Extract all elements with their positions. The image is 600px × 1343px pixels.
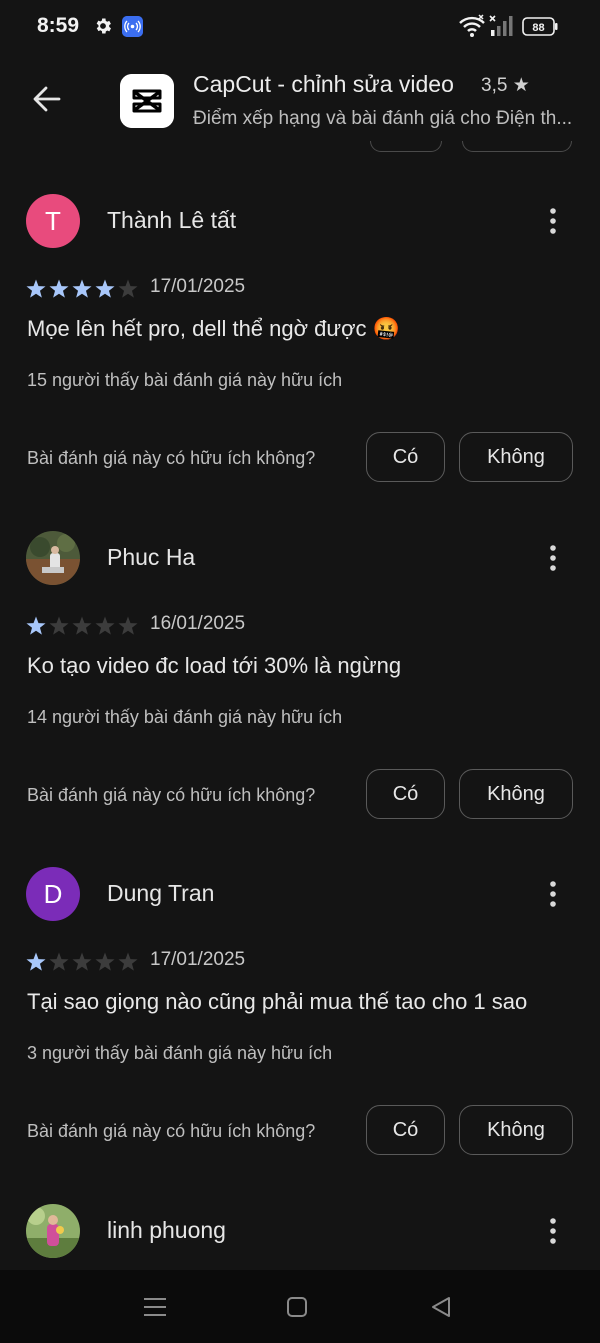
review-date: 17/01/2025 [150, 276, 246, 297]
status-bar: 8:59 88 [0, 0, 600, 54]
battery-level: 88 [532, 22, 544, 34]
review-text: Mọe lên hết pro, dell thể ngờ được 🤬 [27, 316, 401, 341]
home-icon[interactable] [287, 1297, 307, 1317]
battery-icon: 88 [522, 17, 558, 36]
page-subtitle: Điểm xếp hạng và bài đánh giá cho Điện t… [193, 108, 573, 129]
star-filled-icon [72, 279, 92, 298]
helpful-question: Bài đánh giá này có hữu ích không? [27, 1121, 316, 1141]
review-text: Ko tạo video đc load tới 30% là ngừng [27, 653, 402, 678]
star-filled-icon [26, 616, 46, 635]
review-card: D Dung Tran 17/01/2025 Tại sao giọng nào… [0, 867, 600, 1203]
avatar [26, 1204, 80, 1258]
more-options-icon[interactable] [538, 541, 568, 575]
helpful-no-button[interactable]: Không [459, 1105, 573, 1155]
reviewer-name: Phuc Ha [107, 544, 196, 570]
avatar-letter: T [45, 205, 61, 236]
helpful-no-button[interactable]: Không [459, 769, 573, 819]
review-card: Phuc Ha 16/01/2025 Ko tạo video đc load … [0, 531, 600, 867]
review-card: linh phuong [0, 1204, 600, 1270]
star-filled-icon [26, 279, 46, 298]
star-empty-icon [118, 952, 138, 971]
reviewer-name: Thành Lê tất [107, 207, 237, 233]
star-rating [26, 616, 138, 635]
avatar-photo-icon [26, 1204, 80, 1258]
filter-chip-peek[interactable] [370, 141, 442, 152]
helpful-yes-button[interactable]: Có [366, 1105, 445, 1155]
reviewer-name: Dung Tran [107, 880, 215, 906]
avatar: T [26, 194, 80, 248]
star-filled-icon [26, 952, 46, 971]
app-title: CapCut - chỉnh sửa video [193, 71, 454, 97]
helpful-yes-button[interactable]: Có [366, 769, 445, 819]
avatar-letter: D [43, 878, 63, 909]
helpful-count: 14 người thấy bài đánh giá này hữu ích [27, 707, 343, 727]
helpful-question: Bài đánh giá này có hữu ích không? [27, 448, 316, 468]
back-triangle-icon[interactable] [430, 1296, 452, 1318]
star-empty-icon [49, 952, 69, 971]
avatar [26, 531, 80, 585]
helpful-count: 15 người thấy bài đánh giá này hữu ích [27, 370, 343, 390]
star-empty-icon [118, 616, 138, 635]
helpful-question: Bài đánh giá này có hữu ích không? [27, 785, 316, 805]
avatar: D [26, 867, 80, 921]
system-nav-bar [0, 1270, 600, 1343]
star-empty-icon [49, 616, 69, 635]
star-rating [26, 279, 138, 298]
app-header: CapCut - chỉnh sửa video 3,5 ★ Điểm xếp … [0, 54, 600, 150]
star-rating [26, 952, 138, 971]
reviewer-name: linh phuong [107, 1217, 226, 1243]
nfc-icon [122, 16, 143, 37]
review-date: 17/01/2025 [150, 949, 246, 970]
star-filled-icon [95, 279, 115, 298]
review-date: 16/01/2025 [150, 613, 246, 634]
star-empty-icon [95, 616, 115, 635]
filter-chip-peek[interactable] [462, 141, 572, 152]
more-options-icon[interactable] [538, 204, 568, 238]
back-arrow-icon[interactable] [24, 76, 70, 122]
avatar-photo-icon [26, 531, 80, 585]
star-filled-icon [49, 279, 69, 298]
app-rating: 3,5 ★ [481, 75, 530, 96]
star-empty-icon [72, 952, 92, 971]
recent-apps-icon[interactable] [143, 1296, 167, 1318]
status-time: 8:59 [37, 14, 80, 37]
settings-gear-icon [96, 18, 111, 34]
helpful-no-button[interactable]: Không [459, 432, 573, 482]
capcut-app-icon [120, 74, 174, 128]
helpful-count: 3 người thấy bài đánh giá này hữu ích [27, 1043, 333, 1063]
star-empty-icon [118, 279, 138, 298]
more-options-icon[interactable] [538, 1214, 568, 1248]
star-empty-icon [95, 952, 115, 971]
star-empty-icon [72, 616, 92, 635]
more-options-icon[interactable] [538, 877, 568, 911]
review-card: T Thành Lê tất 17/01/2025 Mọe lên hết pr… [0, 194, 600, 530]
signal-icon [489, 15, 513, 36]
helpful-yes-button[interactable]: Có [366, 432, 445, 482]
review-text: Tại sao giọng nào cũng phải mua thế tao … [27, 989, 528, 1014]
wifi-icon [459, 14, 485, 37]
